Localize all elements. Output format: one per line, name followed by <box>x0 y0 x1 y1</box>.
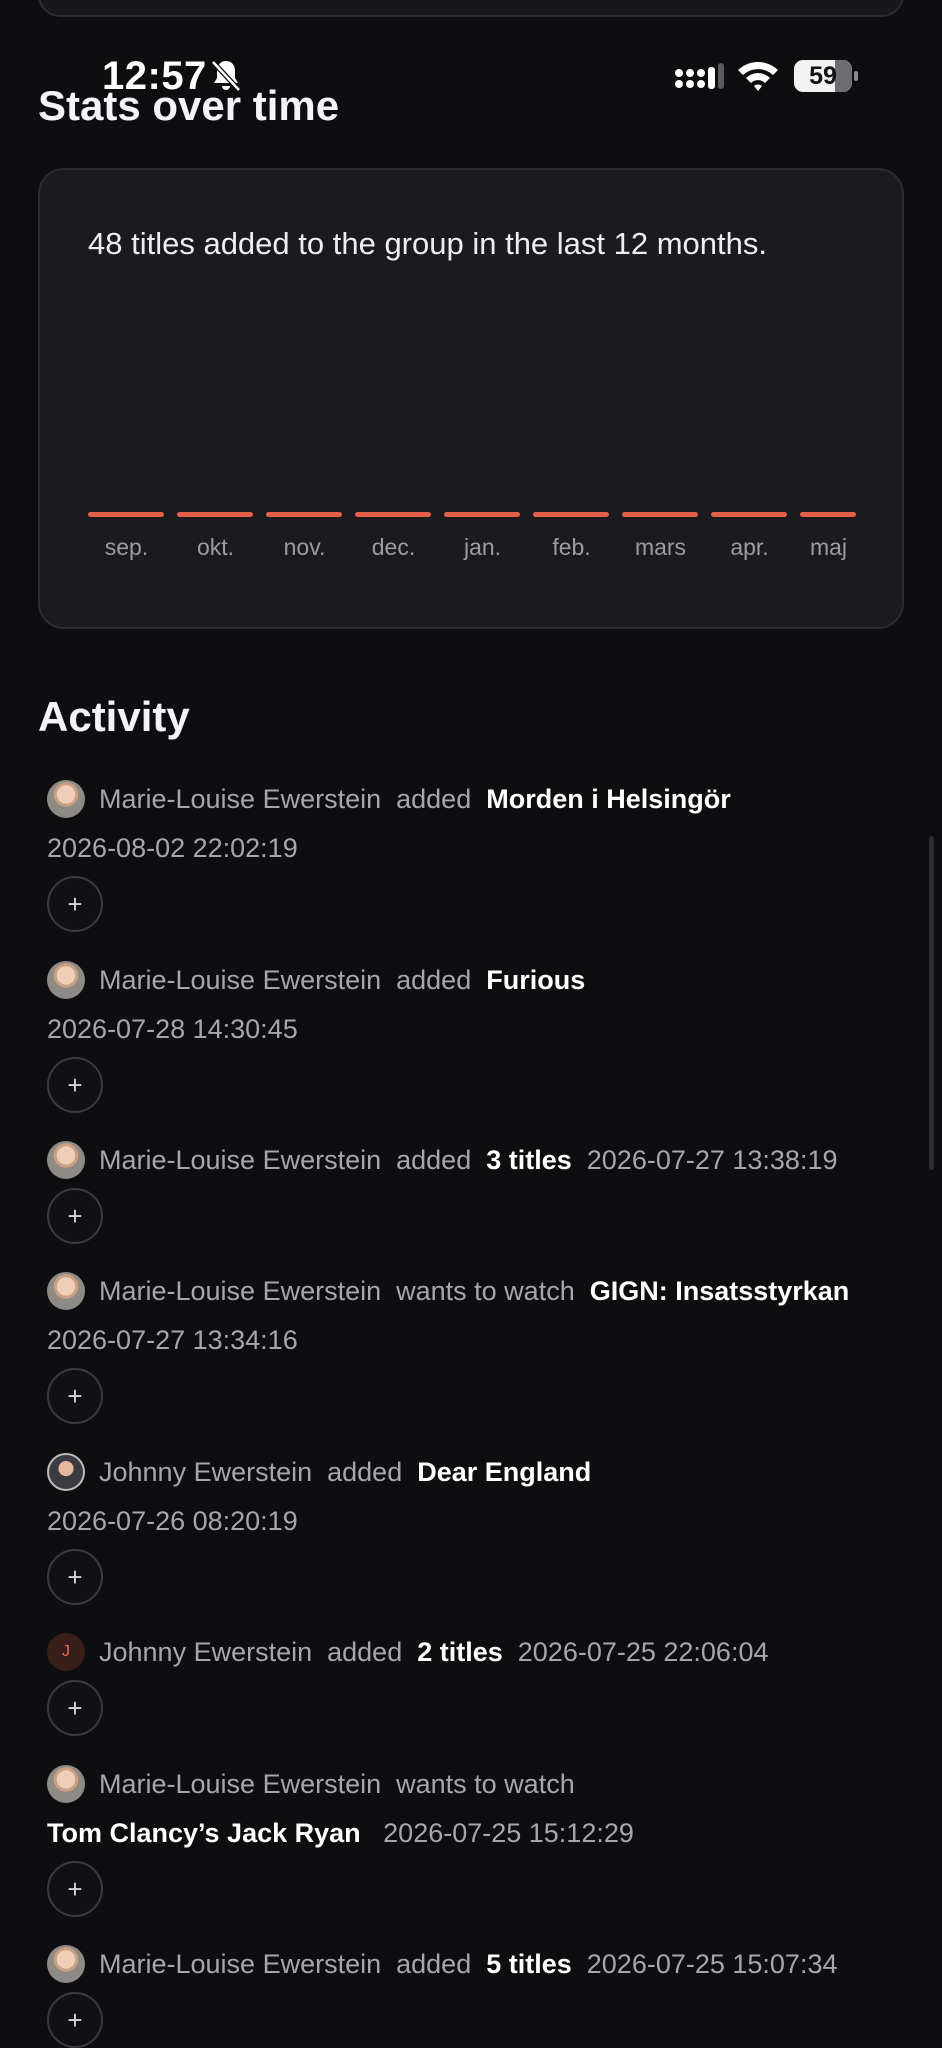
month-bar <box>355 512 431 517</box>
stats-heading: Stats over time <box>38 82 340 129</box>
activity-user[interactable]: Marie-Louise Ewerstein <box>99 784 381 815</box>
activity-verb: added <box>396 783 472 814</box>
activity-item: Marie-Louise Ewerstein added 3 titles 20… <box>47 1140 837 1180</box>
month-bar <box>711 512 787 517</box>
activity-title-link[interactable]: 3 titles <box>486 1145 572 1176</box>
add-button[interactable]: + <box>47 1680 103 1736</box>
activity-timestamp: 2026-07-25 15:07:34 <box>586 1948 838 1979</box>
activity-verb: wants to watch <box>396 1768 575 1799</box>
month-bar <box>622 512 698 517</box>
add-button[interactable]: + <box>47 1188 103 1244</box>
activity-user[interactable]: Marie-Louise Ewerstein <box>99 1769 381 1800</box>
add-button[interactable]: + <box>47 1549 103 1605</box>
activity-title-link[interactable]: 2 titles <box>417 1637 503 1668</box>
activity-user[interactable]: Johnny Ewerstein <box>99 1637 312 1668</box>
avatar[interactable] <box>47 961 85 999</box>
month-label: jan. <box>463 534 502 560</box>
cellular-signal-icon <box>675 63 724 89</box>
activity-item: Marie-Louise Ewerstein added Morden i He… <box>47 779 731 819</box>
month-label: nov. <box>283 534 326 560</box>
activity-item: J Johnny Ewerstein added 2 titles 2026-0… <box>47 1632 768 1672</box>
activity-timestamp: 2026-07-27 13:34:16 <box>47 1325 298 1355</box>
activity-verb: added <box>327 1456 403 1487</box>
activity-verb: added <box>396 964 472 995</box>
activity-timestamp: 2026-07-28 14:30:45 <box>47 1014 298 1044</box>
add-button[interactable]: + <box>47 876 103 932</box>
battery-level: 59 <box>809 62 837 90</box>
activity-title-link[interactable]: Dear England <box>417 1457 591 1488</box>
month-label: sep. <box>104 534 149 560</box>
activity-title-link[interactable]: Morden i Helsingör <box>486 784 731 815</box>
activity-title-link[interactable]: Furious <box>486 965 585 996</box>
activity-timestamp: 2026-07-25 15:12:29 <box>383 1818 634 1848</box>
month-label: dec. <box>371 534 416 560</box>
month-label: feb. <box>552 534 591 560</box>
activity-item: Johnny Ewerstein added Dear England <box>47 1452 591 1492</box>
activity-timestamp: 2026-07-27 13:38:19 <box>586 1144 838 1175</box>
activity-user[interactable]: Johnny Ewerstein <box>99 1457 312 1488</box>
month-bar <box>800 512 856 517</box>
activity-item: Marie-Louise Ewerstein added 5 titles 20… <box>47 1944 837 1984</box>
month-bar <box>266 512 342 517</box>
avatar[interactable] <box>47 1272 85 1310</box>
avatar[interactable] <box>47 1453 85 1491</box>
month-label: maj <box>809 534 848 560</box>
month-bar <box>444 512 520 517</box>
activity-verb: added <box>327 1636 403 1667</box>
activity-user[interactable]: Marie-Louise Ewerstein <box>99 1276 381 1307</box>
activity-item: Marie-Louise Ewerstein wants to watch GI… <box>47 1271 849 1311</box>
activity-timestamp: 2026-08-02 22:02:19 <box>47 833 298 863</box>
activity-verb: wants to watch <box>396 1275 575 1306</box>
scrollbar[interactable] <box>929 836 934 1170</box>
month-label: apr. <box>730 534 769 560</box>
battery-indicator: 59 <box>794 60 858 92</box>
activity-title-link[interactable]: Tom Clancy’s Jack Ryan <box>47 1818 361 1848</box>
activity-heading: Activity <box>38 693 190 740</box>
activity-title-line: Tom Clancy’s Jack Ryan 2026-07-25 15:12:… <box>47 1818 634 1849</box>
month-label: okt. <box>196 534 235 560</box>
activity-user[interactable]: Marie-Louise Ewerstein <box>99 965 381 996</box>
avatar[interactable] <box>47 780 85 818</box>
add-button[interactable]: + <box>47 1057 103 1113</box>
activity-title-link[interactable]: 5 titles <box>486 1949 572 1980</box>
activity-item: Marie-Louise Ewerstein wants to watch <box>47 1764 575 1804</box>
add-button[interactable]: + <box>47 1992 103 2048</box>
avatar[interactable] <box>47 1141 85 1179</box>
activity-user[interactable]: Marie-Louise Ewerstein <box>99 1145 381 1176</box>
activity-verb: added <box>396 1948 472 1979</box>
avatar[interactable]: J <box>47 1633 85 1671</box>
activity-title-link[interactable]: GIGN: Insatsstyrkan <box>590 1276 850 1307</box>
activity-item: Marie-Louise Ewerstein added Furious <box>47 960 585 1000</box>
avatar[interactable] <box>47 1945 85 1983</box>
stats-bars <box>88 512 866 520</box>
stats-card: 48 titles added to the group in the last… <box>38 168 904 629</box>
activity-verb: added <box>396 1144 472 1175</box>
activity-timestamp: 2026-07-26 08:20:19 <box>47 1506 298 1536</box>
month-bar <box>88 512 164 517</box>
add-button[interactable]: + <box>47 1861 103 1917</box>
month-label: mars <box>634 534 687 560</box>
month-bar <box>177 512 253 517</box>
add-button[interactable]: + <box>47 1368 103 1424</box>
stats-summary: 48 titles added to the group in the last… <box>88 226 768 261</box>
month-bar <box>533 512 609 517</box>
activity-user[interactable]: Marie-Louise Ewerstein <box>99 1949 381 1980</box>
activity-timestamp: 2026-07-25 22:06:04 <box>517 1636 769 1667</box>
avatar[interactable] <box>47 1765 85 1803</box>
wifi-icon <box>738 62 778 91</box>
